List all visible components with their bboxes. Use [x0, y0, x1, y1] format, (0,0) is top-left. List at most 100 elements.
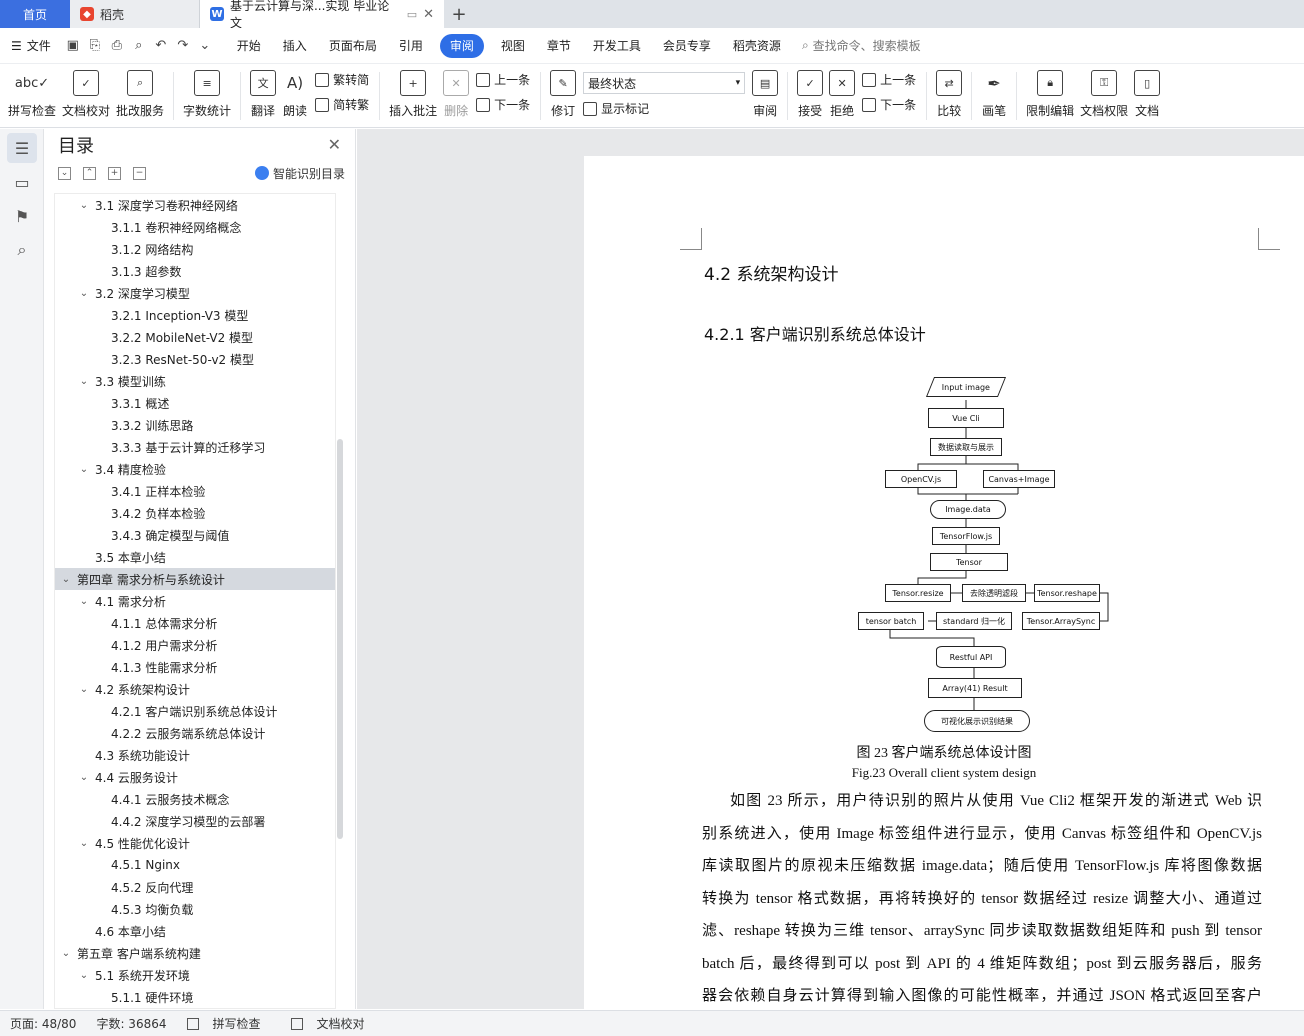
- toc-item[interactable]: 3.2.3 ResNet-50-v2 模型: [55, 348, 335, 370]
- doc-proof-button[interactable]: ✓ 文档校对: [62, 64, 110, 128]
- tab-docer[interactable]: ◆ 稻壳: [70, 0, 200, 28]
- toc-item[interactable]: 3.4.1 正样本检验: [55, 480, 335, 502]
- toc-item[interactable]: ⌄ 3.3 模型训练: [55, 370, 335, 392]
- menu-docer-resources[interactable]: 稻壳资源: [722, 34, 792, 58]
- new-tab-button[interactable]: +: [444, 0, 474, 28]
- prev-comment-button[interactable]: 上一条: [476, 71, 530, 88]
- review-pane-button[interactable]: ▤ 审阅: [752, 64, 779, 128]
- insert-comment-button[interactable]: + 插入批注: [389, 64, 437, 128]
- export-pdf-icon[interactable]: ⎘: [84, 35, 106, 57]
- status-spell-check[interactable]: 拼写检查: [186, 1015, 271, 1032]
- monitor-icon[interactable]: ▭: [407, 8, 417, 21]
- menu-member[interactable]: 会员专享: [652, 34, 722, 58]
- more-chevron-icon[interactable]: ⌄: [194, 35, 216, 57]
- chevron-down-icon[interactable]: ⌄: [77, 838, 91, 849]
- batch-service-button[interactable]: ⌕ 批改服务: [116, 64, 164, 128]
- remove-heading-icon[interactable]: −: [133, 166, 146, 180]
- undo-icon[interactable]: ↶: [150, 35, 172, 57]
- search-icon[interactable]: ⌕: [7, 235, 37, 265]
- tab-document[interactable]: W 基于云计算与深...实现 毕业论文 ▭ ✕: [200, 0, 444, 30]
- add-heading-icon[interactable]: +: [108, 166, 121, 180]
- doc-more-button[interactable]: ▯ 文档: [1134, 64, 1161, 128]
- reject-button[interactable]: ✕ 拒绝: [829, 64, 856, 128]
- toc-item[interactable]: ⌄ 4.2 系统架构设计: [55, 678, 335, 700]
- prev-revision-button[interactable]: 上一条: [862, 71, 916, 88]
- menu-insert[interactable]: 插入: [272, 34, 318, 58]
- toc-item[interactable]: 4.1.2 用户需求分析: [55, 634, 335, 656]
- chevron-down-icon[interactable]: ⌄: [77, 200, 91, 211]
- toc-item[interactable]: 4.5.2 反向代理: [55, 876, 335, 898]
- toc-item[interactable]: 4.1.3 性能需求分析: [55, 656, 335, 678]
- toc-item[interactable]: 4.1.1 总体需求分析: [55, 612, 335, 634]
- restrict-edit-button[interactable]: 🔒︎ 限制编辑: [1026, 64, 1074, 128]
- print-icon[interactable]: ⎙: [106, 35, 128, 57]
- toc-item[interactable]: 4.2.1 客户端识别系统总体设计: [55, 700, 335, 722]
- document-page[interactable]: 4.2 系统架构设计 4.2.1 客户端识别系统总体设计 Input image…: [584, 156, 1304, 1009]
- toc-item[interactable]: 4.2.2 云服务端系统总体设计: [55, 722, 335, 744]
- spell-check-button[interactable]: abc✓ 拼写检查: [8, 64, 56, 128]
- chapter-nav-icon[interactable]: ▭: [7, 167, 37, 197]
- chevron-down-icon[interactable]: ⌄: [77, 376, 91, 387]
- translate-button[interactable]: 文翻译: [250, 64, 277, 128]
- menu-start[interactable]: 开始: [226, 34, 272, 58]
- chevron-down-icon[interactable]: ⌄: [77, 684, 91, 695]
- menu-page-layout[interactable]: 页面布局: [318, 34, 388, 58]
- pen-button[interactable]: ✒ 画笔: [981, 64, 1007, 128]
- chevron-down-icon[interactable]: ⌄: [59, 574, 73, 585]
- file-menu[interactable]: ☰ 文件: [0, 34, 62, 58]
- next-revision-button[interactable]: 下一条: [862, 96, 916, 113]
- toc-item[interactable]: 3.1.3 超参数: [55, 260, 335, 282]
- smart-toc-button[interactable]: 智能识别目录: [254, 165, 345, 182]
- toc-item[interactable]: 4.6 本章小结: [55, 920, 335, 942]
- toc-item[interactable]: 3.3.1 概述: [55, 392, 335, 414]
- next-comment-button[interactable]: 下一条: [476, 96, 530, 113]
- simp-to-trad-button[interactable]: 简转繁: [315, 96, 369, 113]
- toc-item[interactable]: 5.1.1 硬件环境: [55, 986, 335, 1008]
- toc-item[interactable]: 4.4.1 云服务技术概念: [55, 788, 335, 810]
- save-icon[interactable]: ▣: [62, 35, 84, 57]
- toc-item[interactable]: 3.3.2 训练思路: [55, 414, 335, 436]
- toc-item[interactable]: 3.2.1 Inception-V3 模型: [55, 304, 335, 326]
- menu-view[interactable]: 视图: [490, 34, 536, 58]
- toc-item[interactable]: ⌄ 第五章 客户端系统构建: [55, 942, 335, 964]
- toc-scrollbar[interactable]: [337, 439, 343, 839]
- toc-item[interactable]: ⌄ 3.4 精度检验: [55, 458, 335, 480]
- menu-chapter[interactable]: 章节: [536, 34, 582, 58]
- toc-item[interactable]: 3.4.2 负样本检验: [55, 502, 335, 524]
- compare-button[interactable]: ⇄ 比较: [936, 64, 963, 128]
- page-indicator[interactable]: 页面: 48/80: [10, 1015, 76, 1032]
- toc-item[interactable]: 3.5 本章小结: [55, 546, 335, 568]
- chevron-down-icon[interactable]: ⌄: [77, 772, 91, 783]
- close-tab-icon[interactable]: ✕: [423, 7, 434, 22]
- toc-item[interactable]: 3.1.2 网络结构: [55, 238, 335, 260]
- toc-item[interactable]: 4.5.1 Nginx: [55, 854, 335, 876]
- toc-item[interactable]: ⌄ 4.4 云服务设计: [55, 766, 335, 788]
- redo-icon[interactable]: ↷: [172, 35, 194, 57]
- accept-button[interactable]: ✓ 接受: [797, 64, 824, 128]
- toc-item[interactable]: 3.3.3 基于云计算的迁移学习: [55, 436, 335, 458]
- toc-item[interactable]: ⌄ 3.1 深度学习卷积神经网络: [55, 194, 335, 216]
- toc-item[interactable]: 4.4.2 深度学习模型的云部署: [55, 810, 335, 832]
- doc-permission-button[interactable]: ⚿ 文档权限: [1080, 64, 1128, 128]
- chevron-down-icon[interactable]: ⌄: [77, 464, 91, 475]
- revise-button[interactable]: ✎ 修订: [550, 64, 577, 128]
- menu-review[interactable]: 审阅: [439, 33, 484, 58]
- chevron-down-icon[interactable]: ⌄: [77, 596, 91, 607]
- command-search[interactable]: ⌕ 查找命令、搜索模板: [802, 37, 921, 54]
- toc-item[interactable]: 4.3 系统功能设计: [55, 744, 335, 766]
- toc-item[interactable]: 3.1.1 卷积神经网络概念: [55, 216, 335, 238]
- bookmark-icon[interactable]: ⚑: [7, 201, 37, 231]
- collapse-all-icon[interactable]: ⌃: [83, 166, 96, 180]
- toc-item[interactable]: 3.2.2 MobileNet-V2 模型: [55, 326, 335, 348]
- toc-panel-icon[interactable]: ☰: [7, 133, 37, 163]
- show-marks-button[interactable]: 显示标记: [583, 100, 745, 117]
- chevron-down-icon[interactable]: ⌄: [77, 970, 91, 981]
- toc-item[interactable]: ⌄ 3.2 深度学习模型: [55, 282, 335, 304]
- tab-home[interactable]: 首页: [0, 0, 70, 28]
- expand-all-icon[interactable]: ⌄: [58, 166, 71, 180]
- status-doc-proof[interactable]: 文档校对: [290, 1015, 375, 1032]
- read-aloud-button[interactable]: A) 朗读: [282, 64, 308, 128]
- chevron-down-icon[interactable]: ⌄: [59, 948, 73, 959]
- word-count[interactable]: 字数: 36864: [96, 1015, 166, 1032]
- trad-to-simp-button[interactable]: 繁转简: [315, 71, 369, 88]
